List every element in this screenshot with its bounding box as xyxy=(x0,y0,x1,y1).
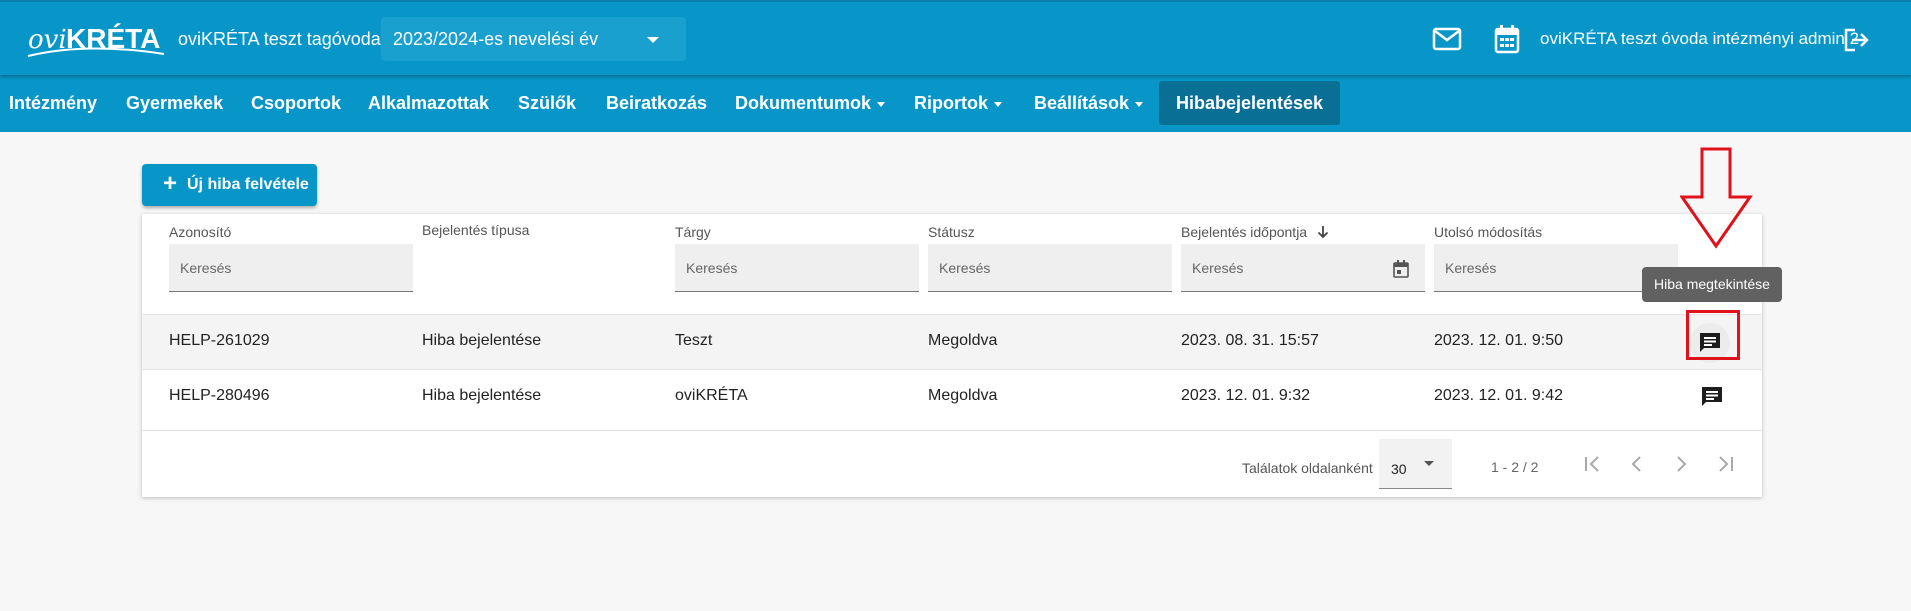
view-issue-button[interactable] xyxy=(1698,383,1726,411)
sort-down-icon xyxy=(1317,226,1329,239)
cell-modified: 2023. 12. 01. 9:50 xyxy=(1434,332,1563,349)
cell-status: Megoldva xyxy=(928,387,998,404)
main-nav: Intézmény Gyermekek Csoportok Alkalmazot… xyxy=(0,75,1911,132)
table-row[interactable]: HELP-280496 Hiba bejelentése oviKRÉTA Me… xyxy=(142,369,1762,424)
nav-item-beiratkozas[interactable]: Beiratkozás xyxy=(606,81,707,125)
column-header-subject[interactable]: Tárgy xyxy=(675,224,711,240)
column-header-type[interactable]: Bejelentés típusa xyxy=(422,222,529,238)
okreta-logo[interactable]: ovi KRÉTA xyxy=(26,12,166,62)
column-header-modified[interactable]: Utolsó módosítás xyxy=(1434,224,1542,240)
nav-item-dokumentumok[interactable]: Dokumentumok xyxy=(735,81,886,125)
row-action-tooltip: Hiba megtekintése xyxy=(1642,267,1782,302)
issues-table: Azonosító Bejelentés típusa Tárgy Státus… xyxy=(142,214,1762,497)
per-page-select[interactable]: 30 xyxy=(1379,439,1452,489)
nav-item-riportok[interactable]: Riportok xyxy=(914,81,1002,125)
add-issue-button[interactable]: + Új hiba felvétele xyxy=(142,164,317,206)
first-page-icon[interactable] xyxy=(1582,453,1604,475)
school-name: oviKRÉTA teszt tagóvoda xyxy=(178,29,381,49)
cell-subject: Teszt xyxy=(675,332,713,349)
caret-down-icon xyxy=(994,101,1002,107)
filter-subject-input[interactable]: Keresés xyxy=(675,244,919,292)
calendar-icon[interactable] xyxy=(1393,260,1409,278)
caret-down-icon xyxy=(877,101,886,107)
cell-type: Hiba bejelentése xyxy=(422,387,542,404)
column-header-reported[interactable]: Bejelentés időpontja xyxy=(1181,224,1329,240)
calendar-icon[interactable] xyxy=(1494,24,1520,54)
table-row[interactable]: HELP-261029 Hiba bejelentése Teszt Megol… xyxy=(142,314,1762,369)
caret-down-icon xyxy=(1135,101,1144,107)
comment-icon xyxy=(1702,387,1722,406)
chevron-down-icon xyxy=(1424,461,1434,466)
nav-item-szulok[interactable]: Szülők xyxy=(518,81,576,125)
filter-status-input[interactable]: Keresés xyxy=(928,244,1172,292)
per-page-value: 30 xyxy=(1391,461,1407,477)
mail-icon[interactable] xyxy=(1432,27,1462,51)
nav-item-csoportok[interactable]: Csoportok xyxy=(251,81,341,125)
filter-id-input[interactable]: Keresés xyxy=(169,244,413,292)
previous-page-icon[interactable] xyxy=(1626,453,1648,475)
column-header-id[interactable]: Azonosító xyxy=(169,224,231,240)
cell-status: Megoldva xyxy=(928,332,998,349)
per-page-label: Találatok oldalanként xyxy=(1242,460,1373,476)
highlight-frame xyxy=(1686,310,1740,360)
top-bar: ovi KRÉTA oviKRÉTA teszt tagóvoda 2023/2… xyxy=(0,0,1911,75)
cell-reported: 2023. 12. 01. 9:32 xyxy=(1181,387,1310,404)
cell-modified: 2023. 12. 01. 9:42 xyxy=(1434,387,1563,404)
nav-item-intezmeny[interactable]: Intézmény xyxy=(9,81,97,125)
pagination-bar: Találatok oldalanként 30 1 - 2 / 2 xyxy=(142,430,1762,498)
cell-type: Hiba bejelentése xyxy=(422,332,542,349)
year-select-value: 2023/2024-es nevelési év xyxy=(393,29,599,49)
nav-item-alkalmazottak[interactable]: Alkalmazottak xyxy=(368,81,489,125)
nav-item-beallitasok[interactable]: Beállítások xyxy=(1034,81,1144,125)
year-select[interactable]: 2023/2024-es nevelési év xyxy=(381,17,686,61)
page-range: 1 - 2 / 2 xyxy=(1491,459,1539,475)
red-arrow-annotation xyxy=(1680,147,1753,249)
user-name[interactable]: oviKRÉTA teszt óvoda intézményi admin 2 xyxy=(1540,29,1859,49)
filter-reported-input[interactable]: Keresés xyxy=(1181,244,1425,292)
nav-item-hibabejelentesek[interactable]: Hibabejelentések xyxy=(1159,81,1341,125)
nav-item-gyermekek[interactable]: Gyermekek xyxy=(126,81,223,125)
last-page-icon[interactable] xyxy=(1714,453,1736,475)
next-page-icon[interactable] xyxy=(1670,453,1692,475)
plus-icon: + xyxy=(163,170,178,197)
cell-reported: 2023. 08. 31. 15:57 xyxy=(1181,332,1319,349)
chevron-down-icon xyxy=(647,37,659,43)
logout-icon[interactable] xyxy=(1843,28,1869,52)
cell-id: HELP-261029 xyxy=(169,332,270,349)
column-header-status[interactable]: Státusz xyxy=(928,224,975,240)
cell-id: HELP-280496 xyxy=(169,387,270,404)
cell-subject: oviKRÉTA xyxy=(675,387,748,404)
